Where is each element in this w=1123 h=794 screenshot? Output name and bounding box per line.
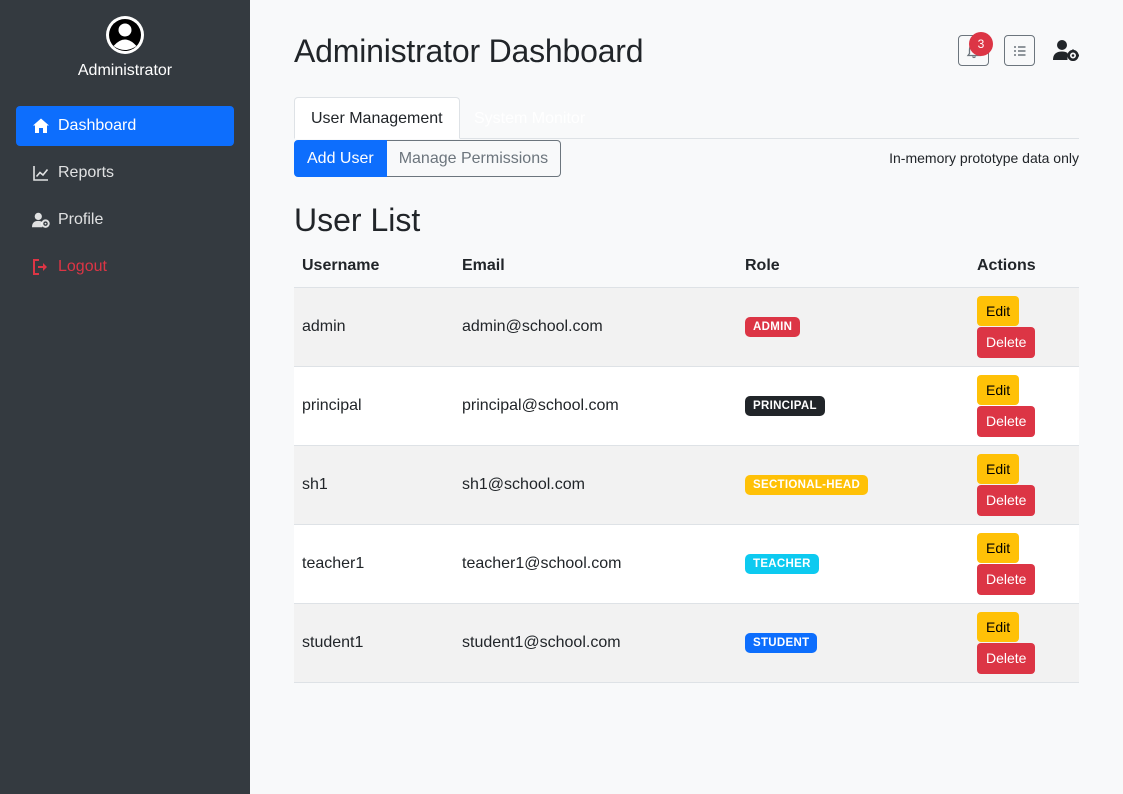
home-icon [33,118,49,133]
role-badge: STUDENT [745,632,818,653]
manage-permissions-button[interactable]: Manage Permissions [386,140,562,177]
actions-cell: Edit Delete [969,445,1079,524]
email-cell: principal@school.com [462,396,619,414]
email-cell: admin@school.com [462,317,603,335]
actions-cell: Edit Delete [969,524,1079,603]
edit-button[interactable]: Edit [977,611,1020,642]
user-table: Username Email Role Actions admin admin@… [294,246,1079,683]
username-cell: sh1 [302,475,328,493]
table-row: teacher1 teacher1@school.com TEACHER Edi… [294,524,1079,603]
table-row: admin admin@school.com ADMIN Edit Delete [294,287,1079,366]
user-cog-icon [32,212,50,228]
email-cell: sh1@school.com [462,475,585,493]
notification-badge: 3 [969,32,993,56]
prototype-note: In-memory prototype data only [889,150,1079,166]
sidebar: Administrator Dashboard Reports Profile [0,0,250,794]
list-icon [1013,45,1025,56]
tab-system-monitor[interactable]: System Monitor [457,97,602,139]
list-view-button[interactable] [1004,35,1035,66]
delete-button[interactable]: Delete [977,484,1036,516]
role-cell: STUDENT [737,603,969,682]
user-avatar-icon [106,16,144,54]
action-button-group: Add User Manage Permissions [294,140,562,177]
user-settings-icon[interactable] [1053,39,1079,61]
column-header-username: Username [302,257,380,275]
sidebar-profile: Administrator [0,0,250,80]
role-cell: ADMIN [737,287,969,366]
actions-cell: Edit Delete [969,287,1079,366]
column-header-role: Role [745,257,780,275]
sidebar-item-label: Reports [58,164,115,181]
username-cell: student1 [302,633,364,651]
notifications-button[interactable]: 3 [958,32,993,66]
email-cell: student1@school.com [462,633,621,651]
sidebar-item-dashboard[interactable]: Dashboard [16,106,234,146]
sidebar-item-profile[interactable]: Profile [16,200,234,240]
tab-user-management[interactable]: User Management [294,97,460,139]
table-row: student1 student1@school.com STUDENT Edi… [294,603,1079,682]
role-badge: SECTIONAL-HEAD [745,474,869,495]
delete-button[interactable]: Delete [977,563,1036,595]
username-cell: admin [302,317,346,335]
role-cell: TEACHER [737,524,969,603]
sidebar-item-logout[interactable]: Logout [16,247,234,287]
logout-icon [33,259,47,275]
edit-button[interactable]: Edit [977,295,1020,326]
sidebar-item-label: Dashboard [58,117,137,134]
edit-button[interactable]: Edit [977,532,1020,563]
role-cell: PRINCIPAL [737,366,969,445]
table-row: principal principal@school.com PRINCIPAL… [294,366,1079,445]
role-badge: PRINCIPAL [745,395,825,416]
sidebar-nav: Dashboard Reports Profile Logout [0,106,250,287]
delete-button[interactable]: Delete [977,405,1036,437]
sidebar-item-label: Profile [58,211,104,228]
actions-cell: Edit Delete [969,603,1079,682]
table-row: sh1 sh1@school.com SECTIONAL-HEAD Edit D… [294,445,1079,524]
edit-button[interactable]: Edit [977,453,1020,484]
user-list-title: User List [294,202,421,238]
sidebar-item-reports[interactable]: Reports [16,153,234,193]
page-title: Administrator Dashboard [294,33,644,69]
edit-button[interactable]: Edit [977,374,1020,405]
actions-cell: Edit Delete [969,366,1079,445]
sidebar-user-name: Administrator [77,62,173,79]
chart-line-icon [33,166,49,181]
role-cell: SECTIONAL-HEAD [737,445,969,524]
email-cell: teacher1@school.com [462,554,622,572]
add-user-button[interactable]: Add User [294,140,387,177]
role-badge: ADMIN [745,316,801,337]
username-cell: principal [302,396,362,414]
table-header-row: Username Email Role Actions [294,246,1079,287]
delete-button[interactable]: Delete [977,326,1036,358]
header-actions: 3 [957,32,1079,67]
sidebar-item-label: Logout [58,258,107,275]
username-cell: teacher1 [302,554,365,572]
column-header-email: Email [462,257,505,275]
delete-button[interactable]: Delete [977,642,1036,674]
tab-bar: User Management System Monitor [294,97,1079,139]
role-badge: TEACHER [745,553,819,574]
column-header-actions: Actions [977,257,1036,275]
